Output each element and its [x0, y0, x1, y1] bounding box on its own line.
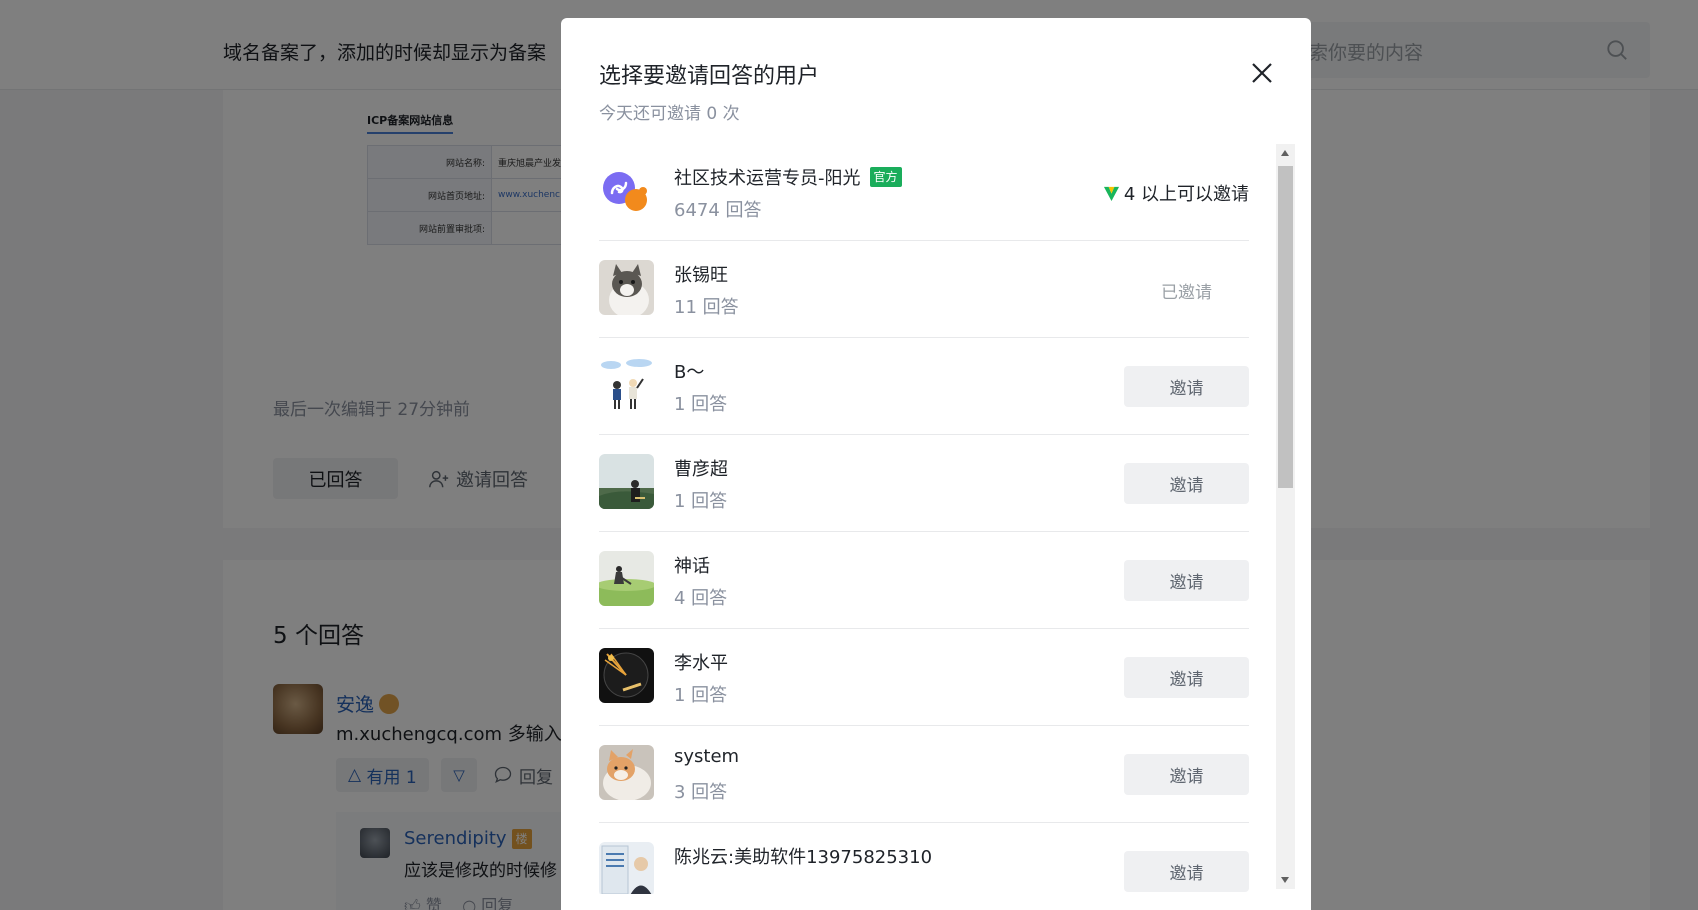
- user-name[interactable]: 神话: [674, 552, 710, 578]
- avatar[interactable]: [599, 842, 654, 894]
- invite-button[interactable]: 邀请: [1124, 463, 1249, 504]
- invite-button[interactable]: 邀请: [1124, 560, 1249, 601]
- user-name-text: 李水平: [674, 653, 728, 674]
- grass-girl-icon: [599, 551, 654, 606]
- user-row: 陈兆云:美助软件13975825310 邀请: [599, 823, 1249, 894]
- answer-count: 1 回答: [674, 394, 728, 415]
- user-list-scrollbar[interactable]: [1276, 144, 1295, 889]
- user-name-text: 曹彦超: [674, 459, 728, 480]
- cartoon-people-icon: [599, 357, 654, 412]
- avatar[interactable]: [599, 551, 654, 606]
- cat-photo-icon: [599, 260, 654, 315]
- user-name-text: 社区技术运营专员-阳光: [674, 168, 861, 189]
- invite-button[interactable]: 邀请: [1124, 657, 1249, 698]
- scroll-up-arrow-icon[interactable]: [1281, 150, 1289, 156]
- invite-button[interactable]: 邀请: [1124, 366, 1249, 407]
- close-icon[interactable]: [1249, 60, 1275, 86]
- user-name[interactable]: 社区技术运营专员-阳光 官方: [674, 164, 902, 190]
- user-name[interactable]: 张锡旺: [674, 261, 728, 287]
- user-name[interactable]: 曹彦超: [674, 455, 728, 481]
- answer-count: 1 回答: [674, 685, 728, 706]
- avatar[interactable]: [599, 648, 654, 703]
- link-logo-icon: [599, 163, 654, 218]
- avatar[interactable]: [599, 454, 654, 509]
- official-badge: 官方: [869, 167, 902, 187]
- avatar[interactable]: [599, 260, 654, 315]
- dialog-subtitle: 今天还可邀请 0 次: [599, 104, 740, 124]
- user-row: 李水平 1 回答 邀请: [599, 629, 1249, 726]
- level-requirement-text: 4 以上可以邀请: [1123, 184, 1249, 205]
- answer-count: 4 回答: [674, 588, 728, 609]
- user-row: 曹彦超 1 回答 邀请: [599, 435, 1249, 532]
- answer-count: 1 回答: [674, 491, 728, 512]
- avatar[interactable]: [599, 745, 654, 800]
- avatar[interactable]: [599, 163, 654, 218]
- answer-count: 11 回答: [674, 297, 739, 318]
- invite-users-dialog: 选择要邀请回答的用户 今天还可邀请 0 次 社区技术运营专员-阳光 官方 647…: [561, 18, 1311, 910]
- invited-status: 已邀请: [1161, 283, 1212, 303]
- avatar[interactable]: [599, 357, 654, 412]
- user-name[interactable]: system: [674, 746, 739, 767]
- level-v-icon: [1103, 186, 1119, 201]
- invite-button[interactable]: 邀请: [1124, 851, 1249, 892]
- user-name-text: 张锡旺: [674, 265, 728, 286]
- user-name[interactable]: 李水平: [674, 649, 728, 675]
- user-row: 社区技术运营专员-阳光 官方 6474 回答 4 以上可以邀请: [599, 144, 1249, 241]
- user-name-text: system: [674, 746, 740, 767]
- user-name[interactable]: 陈兆云:美助软件13975825310: [674, 843, 932, 869]
- dialog-title: 选择要邀请回答的用户: [599, 64, 820, 89]
- user-name-text: 神话: [674, 556, 710, 577]
- invite-button[interactable]: 邀请: [1124, 754, 1249, 795]
- scroll-thumb[interactable]: [1278, 166, 1293, 488]
- future-logo-icon: [599, 648, 654, 703]
- user-row: 张锡旺 11 回答 已邀请: [599, 241, 1249, 338]
- landscape-person-icon: [599, 454, 654, 509]
- doc-person-icon: [599, 842, 654, 894]
- user-name-text: 陈兆云:美助软件13975825310: [674, 847, 933, 868]
- answer-count: 6474 回答: [674, 200, 762, 221]
- user-name-text: B～: [674, 362, 705, 383]
- scroll-down-arrow-icon[interactable]: [1281, 877, 1289, 883]
- user-name[interactable]: B～: [674, 358, 704, 384]
- level-requirement: 4 以上可以邀请: [1103, 180, 1249, 206]
- cat-orange-icon: [599, 745, 654, 800]
- answer-count: 3 回答: [674, 782, 728, 803]
- user-row: B～ 1 回答 邀请: [599, 338, 1249, 435]
- user-list[interactable]: 社区技术运营专员-阳光 官方 6474 回答 4 以上可以邀请 张锡旺 11 回…: [599, 144, 1249, 894]
- user-row: 神话 4 回答 邀请: [599, 532, 1249, 629]
- user-row: system 3 回答 邀请: [599, 726, 1249, 823]
